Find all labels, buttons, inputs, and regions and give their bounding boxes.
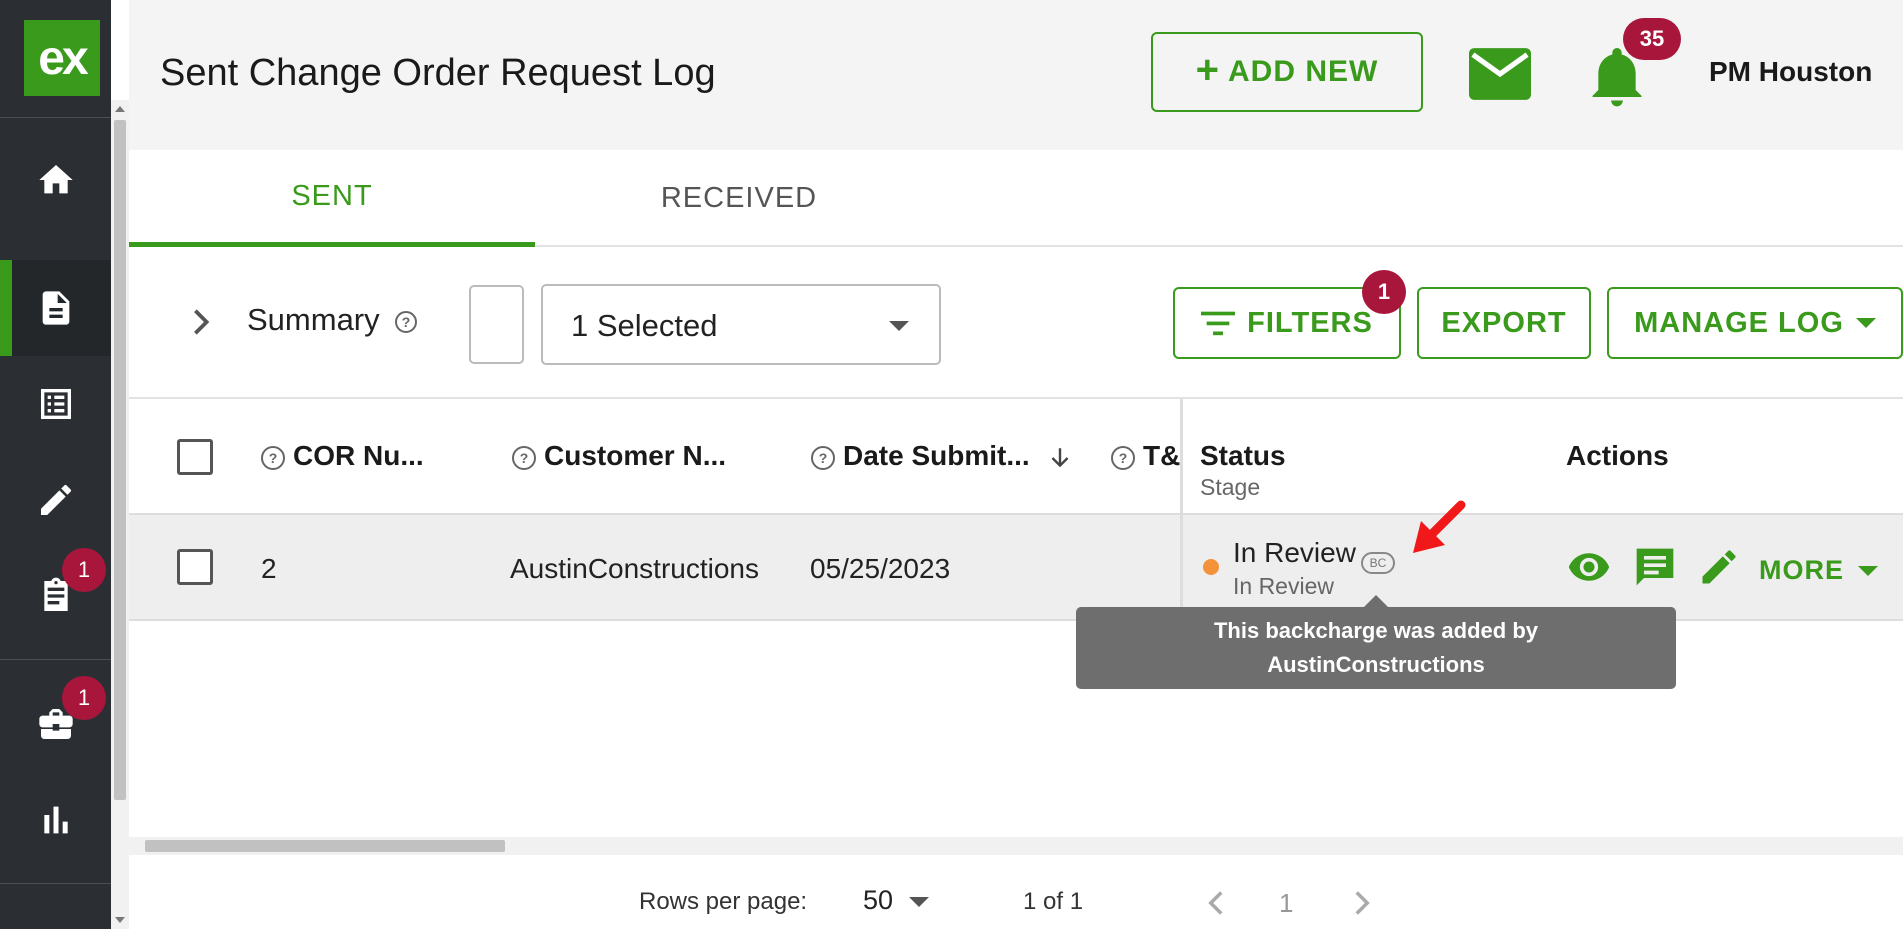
scroll-down-arrow-icon[interactable] (115, 917, 125, 923)
table-horizontal-scrollbar[interactable] (129, 837, 1903, 855)
export-label: EXPORT (1441, 306, 1567, 339)
manage-log-label: MANAGE LOG (1634, 306, 1844, 339)
column-header-tm[interactable]: ? T& (1111, 440, 1180, 472)
chevron-right-icon[interactable] (1351, 889, 1373, 917)
sidebar-item-list[interactable] (0, 356, 111, 452)
mail-icon[interactable] (1469, 48, 1531, 100)
column-header-customer[interactable]: ? Customer N... (512, 440, 726, 472)
tab-bar: SENT RECEIVED (129, 150, 1903, 247)
manage-log-button[interactable]: MANAGE LOG (1607, 287, 1903, 359)
pagination: Rows per page: 50 1 of 1 1 (129, 855, 1903, 929)
sidebar-requests-badge: 1 (62, 548, 106, 592)
tab-received[interactable]: RECEIVED (535, 150, 943, 247)
export-button[interactable]: EXPORT (1417, 287, 1591, 359)
dropdown-caret-icon[interactable] (909, 897, 929, 907)
sidebar-projects-badge: 1 (62, 676, 106, 720)
add-new-label: ADD NEW (1228, 55, 1379, 88)
scroll-up-arrow-icon[interactable] (115, 106, 125, 112)
home-icon (38, 165, 73, 194)
sidebar-divider (0, 659, 111, 660)
edit-pencil-icon[interactable] (1697, 545, 1741, 589)
view-eye-icon[interactable] (1565, 545, 1613, 589)
row-checkbox[interactable] (177, 549, 213, 585)
more-label: MORE (1759, 555, 1844, 585)
backcharge-badge[interactable]: BC (1361, 552, 1395, 574)
summary-toggle-box[interactable] (469, 285, 524, 364)
column-header-label: Date Submit... (843, 440, 1030, 471)
chevron-right-icon[interactable] (191, 307, 211, 337)
document-icon (42, 291, 69, 325)
cell-customer: AustinConstructions (510, 553, 760, 584)
sidebar-divider (0, 117, 111, 118)
help-icon[interactable]: ? (395, 311, 417, 333)
table-header: ? COR Nu... ? Customer N... ? Date Submit..… (129, 399, 1903, 515)
app-logo[interactable]: ex (24, 20, 100, 96)
column-header-date-submitted[interactable]: ? Date Submit... (811, 440, 1073, 472)
more-actions-button[interactable]: MORE (1759, 555, 1878, 586)
status-dot (1203, 559, 1219, 575)
dropdown-caret-icon (1855, 318, 1876, 328)
help-icon[interactable]: ? (512, 445, 536, 470)
column-header-stage: Stage (1200, 474, 1261, 500)
rows-per-page-label: Rows per page: (639, 888, 808, 915)
sidebar-item-home[interactable] (0, 132, 111, 228)
summary-select[interactable]: 1 Selected (541, 284, 941, 365)
sidebar-item-documents[interactable] (0, 260, 111, 356)
table-row[interactable]: 2 AustinConstructions 05/25/2023 In Revi… (129, 500, 1903, 621)
comment-icon[interactable] (1633, 545, 1677, 589)
column-divider (1180, 399, 1183, 619)
notifications-badge: 35 (1623, 18, 1681, 60)
page-range-info: 1 of 1 (1023, 888, 1084, 915)
column-header-label: T& (1143, 440, 1181, 471)
filters-badge: 1 (1362, 270, 1406, 314)
filters-label: FILTERS (1247, 306, 1373, 339)
column-header-label: Customer N... (544, 440, 727, 471)
tooltip-line-2: AustinConstructions (1267, 652, 1485, 677)
cell-date-submitted: 05/25/2023 (810, 553, 951, 584)
help-icon[interactable]: ? (261, 445, 285, 470)
rows-per-page-select[interactable]: 50 (863, 885, 893, 916)
column-header-cor-number[interactable]: ? COR Nu... (261, 440, 424, 472)
help-icon[interactable]: ? (1111, 445, 1135, 470)
sidebar: ex 1 1 (0, 0, 111, 929)
plus-icon: + (1195, 48, 1221, 92)
cell-status: In Review (1233, 537, 1356, 568)
chevron-left-icon[interactable] (1205, 889, 1227, 917)
tab-sent[interactable]: SENT (129, 150, 535, 247)
summary-label[interactable]: Summary (247, 302, 380, 338)
sidebar-divider (0, 883, 111, 884)
current-page-number[interactable]: 1 (1279, 888, 1293, 919)
page-title: Sent Change Order Request Log (160, 52, 716, 94)
pencil-icon (40, 484, 71, 515)
backcharge-tooltip: This backcharge was added by AustinConst… (1076, 595, 1676, 689)
sidebar-scrollbar[interactable] (111, 100, 129, 929)
table-scrollbar-thumb[interactable] (145, 840, 505, 852)
dropdown-caret-icon (889, 321, 909, 331)
cell-cor-number: 2 (261, 553, 277, 584)
sidebar-scrollbar-thumb[interactable] (114, 120, 126, 800)
cell-stage: In Review (1233, 573, 1334, 599)
sidebar-item-edit[interactable] (0, 452, 111, 548)
toolbar: Summary ? 1 Selected FILTERS 1 EXPORT MA… (129, 247, 1903, 399)
sidebar-item-reports[interactable] (0, 772, 111, 868)
list-icon (40, 389, 71, 419)
user-name[interactable]: PM Houston (1709, 56, 1872, 88)
select-all-checkbox[interactable] (177, 439, 213, 475)
page-header: Sent Change Order Request Log + ADD NEW … (129, 0, 1903, 150)
sort-arrow-down-icon[interactable] (1047, 444, 1073, 472)
dropdown-caret-icon (1858, 565, 1878, 576)
column-header-label: COR Nu... (293, 440, 424, 471)
bar-chart-icon (43, 806, 68, 834)
column-header-status[interactable]: Status (1200, 440, 1286, 472)
add-new-button[interactable]: + ADD NEW (1151, 32, 1423, 112)
summary-select-value: 1 Selected (571, 308, 718, 343)
help-icon[interactable]: ? (811, 445, 835, 470)
tooltip-line-1: This backcharge was added by (1213, 618, 1538, 643)
filter-icon (1201, 311, 1236, 336)
column-header-actions: Actions (1566, 440, 1669, 471)
red-arrow-annotation-icon (1413, 500, 1466, 553)
